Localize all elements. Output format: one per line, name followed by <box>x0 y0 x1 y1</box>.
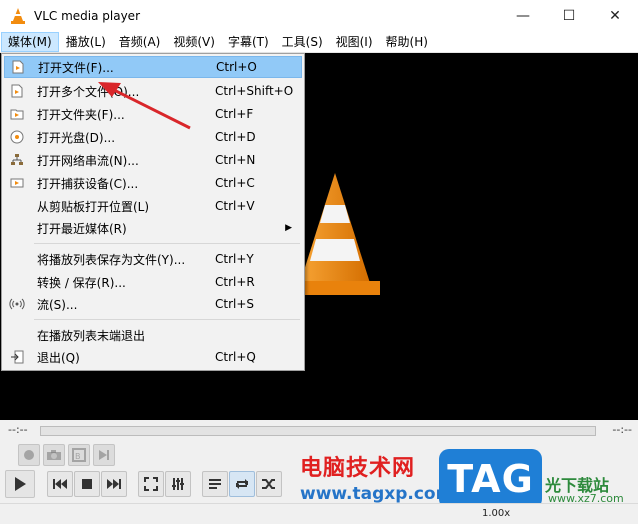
menu-separator <box>34 243 300 244</box>
maximize-button[interactable]: ☐ <box>546 0 592 31</box>
watermark-url: www.tagxp.com <box>300 484 454 504</box>
menu-tools[interactable]: 工具(S) <box>276 32 329 52</box>
equalizer-icon <box>172 478 184 490</box>
submenu-arrow-icon: ▶ <box>285 223 292 233</box>
menu-bar: 媒体(M) 播放(L) 音频(A) 视频(V) 字幕(T) 工具(S) 视图(I… <box>0 31 638 53</box>
remaining-time: --:-- <box>612 423 632 436</box>
svg-text:B: B <box>75 452 81 461</box>
menu-playback[interactable]: 播放(L) <box>60 32 112 52</box>
record-icon <box>24 450 34 460</box>
play-icon <box>15 477 26 491</box>
menu-item-open-file[interactable]: 打开文件(F)... Ctrl+O <box>4 56 302 78</box>
menu-item-quit-at-end[interactable]: 在播放列表末端退出 <box>4 324 302 346</box>
title-bar: VLC media player — ☐ ✕ <box>0 0 638 31</box>
menu-item-open-folder[interactable]: 打开文件夹(F)... Ctrl+F <box>4 103 302 125</box>
menu-help[interactable]: 帮助(H) <box>380 32 434 52</box>
seek-area: --:-- --:-- <box>0 420 638 442</box>
fullscreen-button[interactable] <box>138 471 164 497</box>
seek-slider[interactable] <box>40 426 596 436</box>
menu-media[interactable]: 媒体(M) <box>1 31 59 52</box>
capture-icon <box>9 175 25 191</box>
exit-icon <box>9 349 25 365</box>
disc-icon <box>9 129 25 145</box>
menu-item-convert-save[interactable]: 转换 / 保存(R)... Ctrl+R <box>4 271 302 293</box>
previous-icon <box>53 479 67 489</box>
camera-icon <box>47 450 61 460</box>
menu-item-open-capture[interactable]: 打开捕获设备(C)... Ctrl+C <box>4 172 302 194</box>
menu-separator <box>34 319 300 320</box>
frame-step-icon <box>99 450 109 460</box>
menu-video[interactable]: 视频(V) <box>167 32 221 52</box>
loop-ab-icon: B <box>72 448 86 462</box>
extended-settings-button[interactable] <box>165 471 191 497</box>
vlc-logo-icon <box>11 7 25 24</box>
fullscreen-icon <box>144 477 158 491</box>
shuffle-button[interactable] <box>256 471 282 497</box>
menu-audio[interactable]: 音频(A) <box>113 32 167 52</box>
elapsed-time: --:-- <box>8 423 28 436</box>
record-button[interactable] <box>18 444 40 466</box>
next-button[interactable] <box>101 471 127 497</box>
file-icon <box>10 59 26 75</box>
menu-item-open-clipboard[interactable]: 从剪贴板打开位置(L) Ctrl+V <box>4 195 302 217</box>
menu-item-save-playlist[interactable]: 将播放列表保存为文件(Y)... Ctrl+Y <box>4 248 302 270</box>
media-menu: 打开文件(F)... Ctrl+O 打开多个文件(O)... Ctrl+Shif… <box>1 53 305 371</box>
window-title: VLC media player <box>34 8 141 23</box>
menu-item-open-disc[interactable]: 打开光盘(D)... Ctrl+D <box>4 126 302 148</box>
menu-item-open-network[interactable]: 打开网络串流(N)... Ctrl+N <box>4 149 302 171</box>
menu-item-recent-media[interactable]: 打开最近媒体(R) ▶ <box>4 217 302 239</box>
close-button[interactable]: ✕ <box>592 0 638 31</box>
stop-icon <box>82 479 92 489</box>
stream-icon <box>9 296 25 312</box>
stop-button[interactable] <box>74 471 100 497</box>
next-icon <box>107 479 121 489</box>
snapshot-button[interactable] <box>43 444 65 466</box>
playlist-button[interactable] <box>202 471 228 497</box>
loop-ab-button[interactable]: B <box>68 444 90 466</box>
frame-step-button[interactable] <box>93 444 115 466</box>
network-icon <box>9 152 25 168</box>
play-button[interactable] <box>5 470 35 498</box>
folder-icon <box>9 106 25 122</box>
files-icon <box>9 83 25 99</box>
loop-button[interactable] <box>229 471 255 497</box>
watermark-logo: TAG <box>439 449 542 509</box>
playback-speed[interactable]: 1.00x <box>482 508 510 519</box>
previous-button[interactable] <box>47 471 73 497</box>
loop-icon <box>236 479 248 489</box>
minimize-button[interactable]: — <box>500 0 546 31</box>
menu-item-stream[interactable]: 流(S)... Ctrl+S <box>4 293 302 315</box>
menu-subtitle[interactable]: 字幕(T) <box>222 32 275 52</box>
menu-item-open-multiple[interactable]: 打开多个文件(O)... Ctrl+Shift+O <box>4 80 302 102</box>
status-bar: 1.00x <box>0 503 638 524</box>
menu-view[interactable]: 视图(I) <box>330 32 379 52</box>
watermark-title: 电脑技术网 <box>300 456 416 481</box>
shuffle-icon <box>262 479 275 489</box>
menu-item-quit[interactable]: 退出(Q) Ctrl+Q <box>4 346 302 368</box>
playlist-icon <box>209 479 221 489</box>
